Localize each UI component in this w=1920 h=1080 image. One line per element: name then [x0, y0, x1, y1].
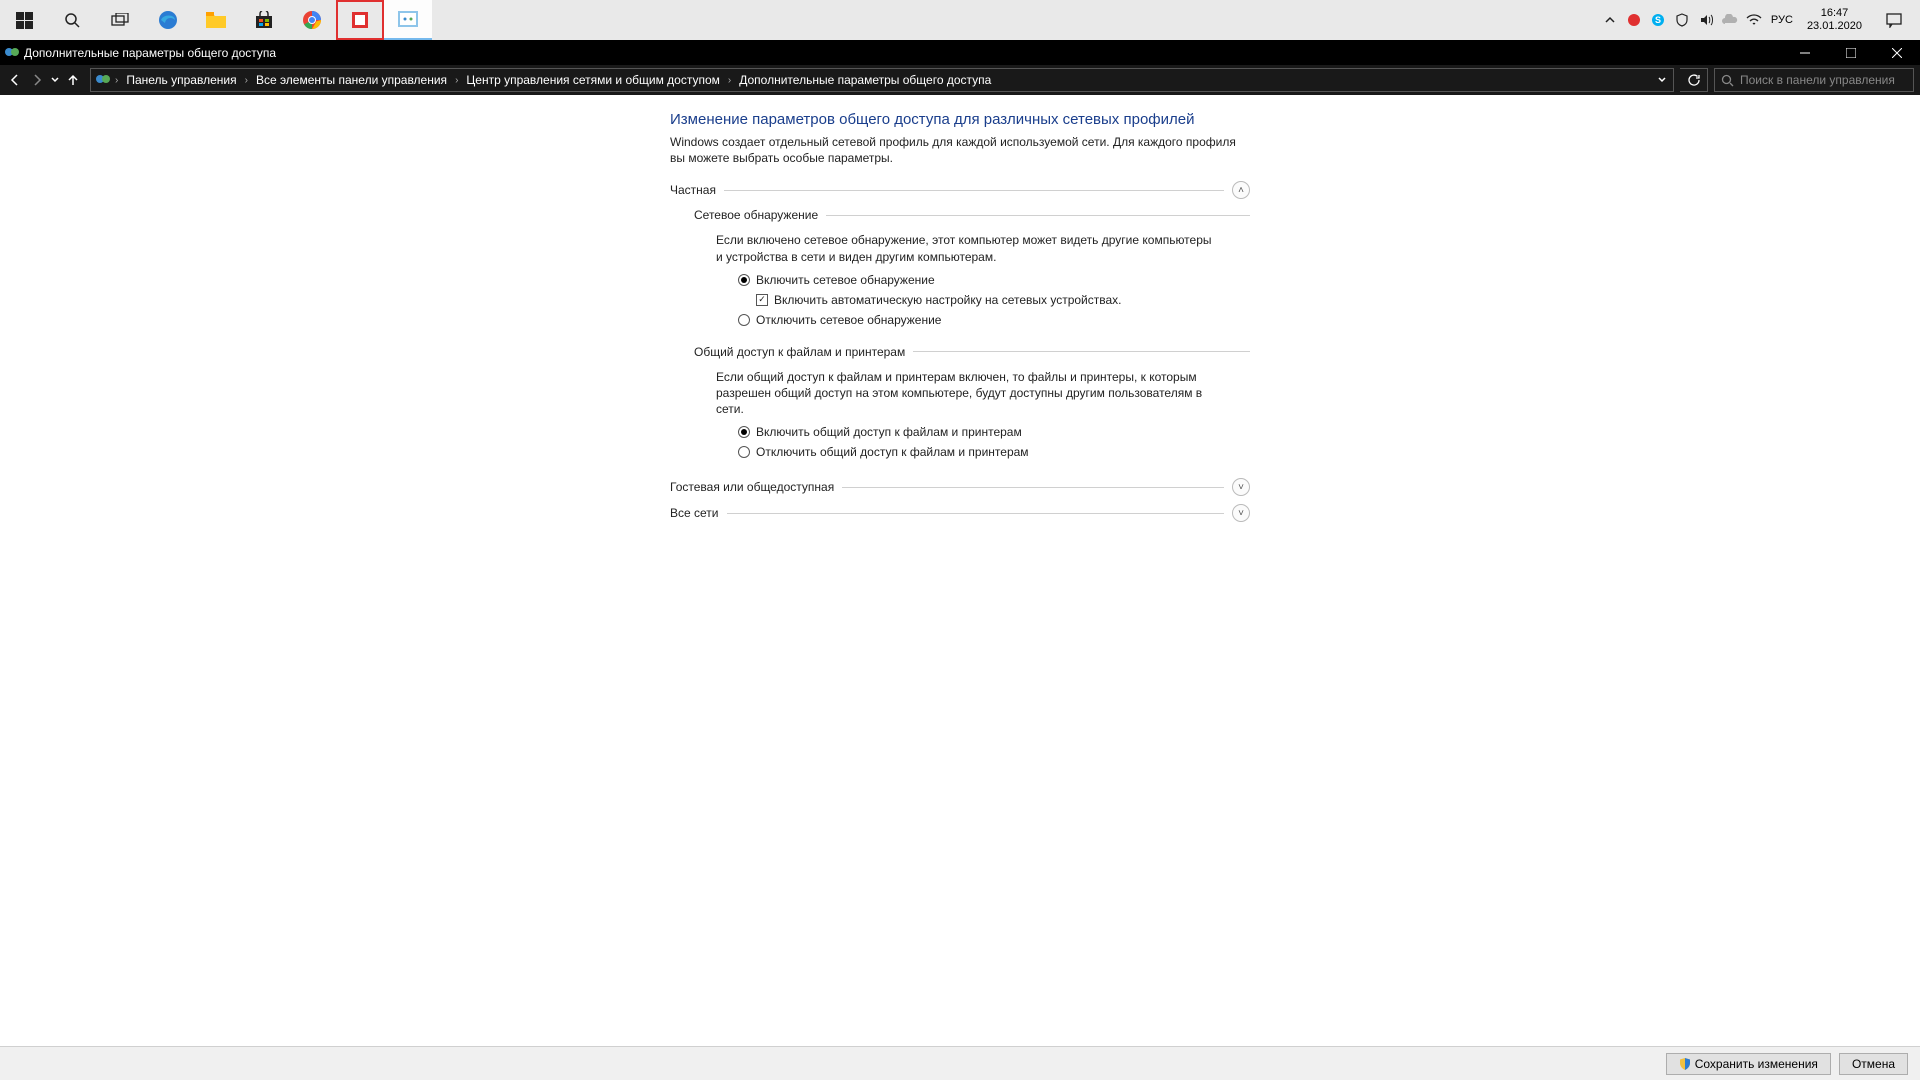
- tray-app1-icon[interactable]: [1625, 11, 1643, 29]
- page-description: Windows создает отдельный сетевой профил…: [670, 134, 1250, 166]
- app1-taskbar-button[interactable]: [336, 0, 384, 40]
- file-printer-desc: Если общий доступ к файлам и принтерам в…: [716, 369, 1216, 418]
- store-icon: [255, 11, 273, 29]
- close-button[interactable]: [1874, 40, 1920, 65]
- chevron-down-icon[interactable]: ˅: [1232, 478, 1250, 496]
- nav-forward-button[interactable]: [26, 65, 48, 95]
- tray-wifi-icon[interactable]: [1745, 11, 1763, 29]
- windows-icon: [16, 12, 33, 29]
- radio-label: Отключить сетевое обнаружение: [756, 313, 941, 327]
- search-input[interactable]: Поиск в панели управления: [1714, 68, 1914, 92]
- radio-network-discovery-off[interactable]: Отключить сетевое обнаружение: [738, 311, 1250, 329]
- chrome-taskbar-button[interactable]: [288, 0, 336, 40]
- chevron-right-icon[interactable]: ›: [113, 75, 120, 86]
- taskbar-time: 16:47: [1807, 7, 1862, 20]
- search-placeholder: Поиск в панели управления: [1740, 73, 1895, 87]
- nav-back-button[interactable]: [4, 65, 26, 95]
- section-guest-header[interactable]: Гостевая или общедоступная ˅: [670, 477, 1250, 497]
- breadcrumb-item[interactable]: Дополнительные параметры общего доступа: [735, 73, 995, 87]
- tray-onedrive-icon[interactable]: [1721, 11, 1739, 29]
- save-button-label: Сохранить изменения: [1695, 1057, 1818, 1071]
- tray-chevron-icon[interactable]: [1601, 11, 1619, 29]
- chevron-right-icon[interactable]: ›: [243, 75, 250, 86]
- edge-taskbar-button[interactable]: [144, 0, 192, 40]
- breadcrumb-item[interactable]: Центр управления сетями и общим доступом: [462, 73, 724, 87]
- tray-language[interactable]: РУС: [1769, 11, 1795, 29]
- taskbar-date: 23.01.2020: [1807, 20, 1862, 33]
- file-printer-legend: Общий доступ к файлам и принтерам: [694, 345, 905, 359]
- tray-skype-icon[interactable]: S: [1649, 11, 1667, 29]
- window-title: Дополнительные параметры общего доступа: [24, 46, 276, 60]
- address-bar[interactable]: › Панель управления › Все элементы панел…: [90, 68, 1674, 92]
- task-view-button[interactable]: [96, 0, 144, 40]
- radio-label: Отключить общий доступ к файлам и принте…: [756, 445, 1029, 459]
- checkbox-label: Включить автоматическую настройку на сет…: [774, 293, 1122, 307]
- nav-toolbar: › Панель управления › Все элементы панел…: [0, 65, 1920, 95]
- chevron-up-icon[interactable]: ˄: [1232, 181, 1250, 199]
- svg-text:S: S: [1655, 15, 1661, 25]
- taskbar-clock[interactable]: 16:47 23.01.2020: [1801, 7, 1868, 33]
- radio-network-discovery-on[interactable]: Включить сетевое обнаружение: [738, 271, 1250, 289]
- radio-icon: [738, 274, 750, 286]
- search-icon: [64, 12, 80, 28]
- radio-label: Включить сетевое обнаружение: [756, 273, 935, 287]
- address-icon: [95, 71, 111, 90]
- control-panel-taskbar-button[interactable]: [384, 0, 432, 40]
- action-center-button[interactable]: [1874, 0, 1914, 40]
- minimize-button[interactable]: [1782, 40, 1828, 65]
- footer-bar: Сохранить изменения Отмена: [0, 1046, 1920, 1080]
- radio-icon: [738, 446, 750, 458]
- search-icon: [1721, 74, 1734, 87]
- shield-icon: [1679, 1058, 1691, 1070]
- address-history-button[interactable]: [1651, 69, 1673, 91]
- task-view-icon: [111, 13, 129, 27]
- radio-icon: [738, 314, 750, 326]
- network-discovery-legend: Сетевое обнаружение: [694, 208, 818, 222]
- chevron-right-icon[interactable]: ›: [453, 75, 460, 86]
- section-all-label: Все сети: [670, 506, 719, 520]
- app-icon: [352, 12, 368, 28]
- cancel-button[interactable]: Отмена: [1839, 1053, 1908, 1075]
- chevron-down-icon[interactable]: ˅: [1232, 504, 1250, 522]
- section-private-label: Частная: [670, 183, 716, 197]
- search-taskbar-button[interactable]: [48, 0, 96, 40]
- section-guest-label: Гостевая или общедоступная: [670, 480, 834, 494]
- breadcrumb-item[interactable]: Все элементы панели управления: [252, 73, 451, 87]
- content-area: Изменение параметров общего доступа для …: [0, 95, 1920, 1046]
- file-explorer-taskbar-button[interactable]: [192, 0, 240, 40]
- nav-up-button[interactable]: [62, 65, 84, 95]
- tray-security-icon[interactable]: [1673, 11, 1691, 29]
- window-titlebar: Дополнительные параметры общего доступа: [0, 40, 1920, 65]
- refresh-button[interactable]: [1680, 68, 1708, 92]
- radio-icon: [738, 426, 750, 438]
- maximize-button[interactable]: [1828, 40, 1874, 65]
- checkbox-auto-setup[interactable]: Включить автоматическую настройку на сет…: [756, 291, 1250, 309]
- nav-recent-button[interactable]: [48, 65, 62, 95]
- notification-icon: [1886, 12, 1902, 28]
- tray-volume-icon[interactable]: [1697, 11, 1715, 29]
- edge-icon: [158, 10, 178, 30]
- start-button[interactable]: [0, 0, 48, 40]
- checkbox-icon: [756, 294, 768, 306]
- chrome-icon: [302, 10, 322, 30]
- control-panel-icon: [398, 11, 418, 27]
- section-private-header[interactable]: Частная ˄: [670, 180, 1250, 200]
- window-icon: [4, 44, 20, 63]
- save-changes-button[interactable]: Сохранить изменения: [1666, 1053, 1831, 1075]
- chevron-right-icon[interactable]: ›: [726, 75, 733, 86]
- radio-file-printer-on[interactable]: Включить общий доступ к файлам и принтер…: [738, 423, 1250, 441]
- radio-label: Включить общий доступ к файлам и принтер…: [756, 425, 1022, 439]
- folder-icon: [206, 12, 226, 28]
- cancel-button-label: Отмена: [1852, 1057, 1895, 1071]
- section-all-header[interactable]: Все сети ˅: [670, 503, 1250, 523]
- page-title: Изменение параметров общего доступа для …: [670, 111, 1250, 128]
- breadcrumb-item[interactable]: Панель управления: [122, 73, 240, 87]
- network-discovery-desc: Если включено сетевое обнаружение, этот …: [716, 232, 1216, 264]
- taskbar: S РУС 16:47 23.01.2020: [0, 0, 1920, 40]
- radio-file-printer-off[interactable]: Отключить общий доступ к файлам и принте…: [738, 443, 1250, 461]
- store-taskbar-button[interactable]: [240, 0, 288, 40]
